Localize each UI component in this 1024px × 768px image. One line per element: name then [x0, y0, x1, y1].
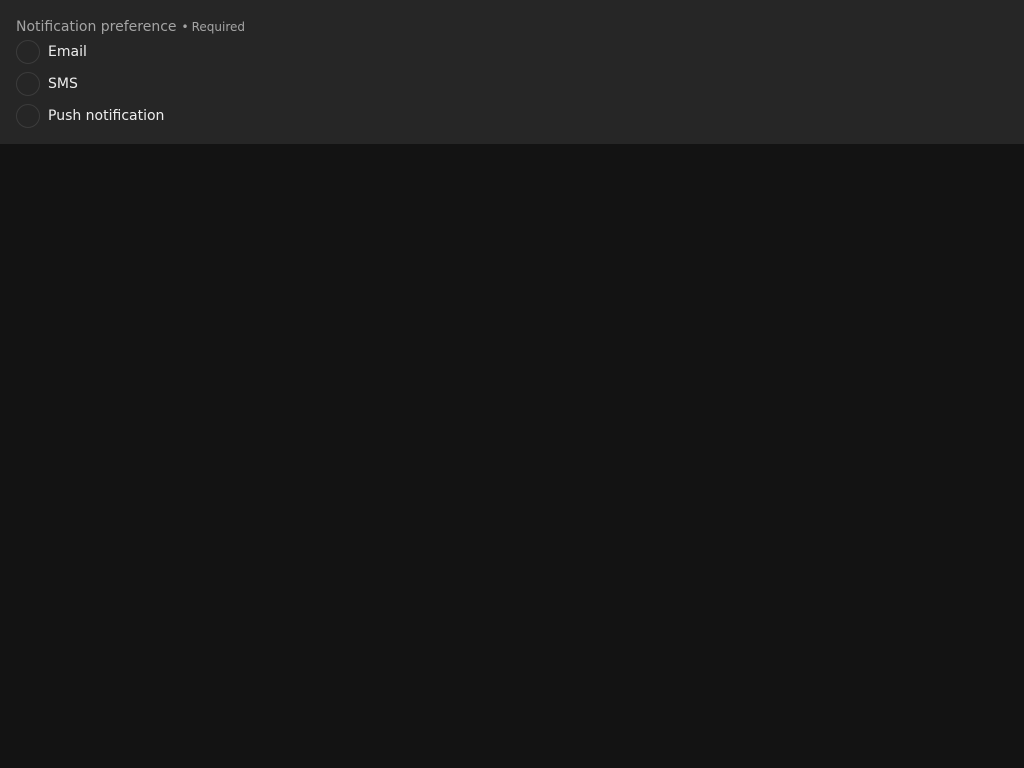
radio-option-email[interactable]: Email — [16, 40, 87, 64]
push-notification-radio-button[interactable] — [16, 104, 40, 128]
notification-preference-fieldset: Notification preference • Required Email S… — [0, 0, 1024, 144]
legend-title: Notification preference — [16, 19, 177, 35]
required-indicator: Required — [191, 20, 246, 34]
radio-option-sms[interactable]: SMS — [16, 72, 78, 96]
sms-radio-button[interactable] — [16, 72, 40, 96]
sms-option-label[interactable]: SMS — [48, 76, 78, 92]
email-radio-button[interactable] — [16, 40, 40, 64]
email-option-label[interactable]: Email — [48, 44, 87, 60]
legend-separator: • — [181, 20, 189, 34]
radio-option-push-notification[interactable]: Push notification — [16, 104, 164, 128]
fieldset-legend: Notification preference • Required — [16, 17, 245, 35]
push-notification-option-label[interactable]: Push notification — [48, 108, 164, 124]
